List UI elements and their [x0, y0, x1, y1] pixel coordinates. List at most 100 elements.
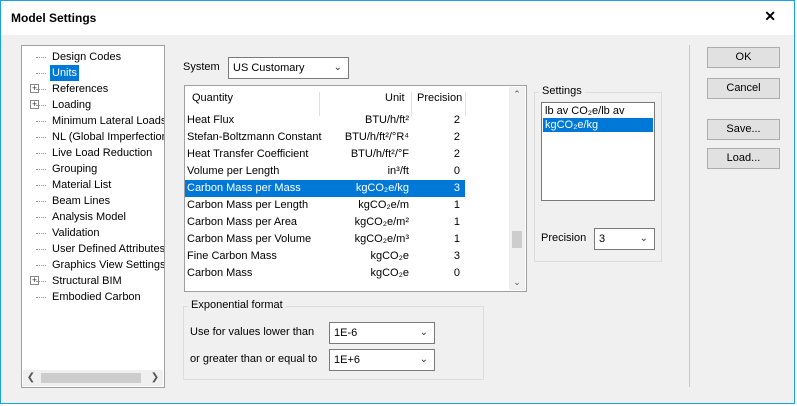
cell-precision: 3: [453, 250, 460, 262]
cell-quantity: Fine Carbon Mass: [187, 250, 277, 262]
tree-connector: [36, 73, 46, 74]
cell-quantity: Carbon Mass per Length: [187, 199, 309, 211]
tree-connector: [36, 249, 46, 250]
scroll-left-icon[interactable]: ❮: [23, 370, 39, 386]
units-table[interactable]: Quantity Unit Precision ⌃ ⌄ Heat Flux BTU…: [184, 85, 527, 292]
cell-precision: 2: [453, 114, 460, 126]
tree-item-label: Analysis Model: [52, 211, 126, 223]
table-row[interactable]: Heat Transfer Coefficient BTU/h/ft²/°F 2: [185, 146, 465, 163]
chevron-down-icon: ⌄: [419, 327, 428, 338]
cell-quantity: Carbon Mass per Volume: [187, 233, 312, 245]
precision-value: 3: [599, 233, 606, 245]
model-settings-dialog: Model Settings ✕ ❮ ❯ Design Codes Units + R…: [0, 0, 795, 404]
table-row[interactable]: Carbon Mass per Length kgCO₂e/m 1: [185, 197, 465, 214]
cell-precision: 3: [453, 182, 460, 194]
tree-item-label: Embodied Carbon: [52, 291, 141, 303]
cell-unit: kgCO₂e/kg: [355, 182, 409, 194]
tree-item-label: Beam Lines: [52, 195, 111, 207]
save-button[interactable]: Save...: [707, 119, 780, 140]
cell-unit: kgCO₂e/m²: [354, 216, 409, 228]
scroll-thumb[interactable]: [41, 373, 141, 383]
tree-connector: [36, 265, 46, 266]
tree-item-label: Loading: [52, 99, 92, 111]
cell-unit: BTU/h/ft²/°R⁴: [344, 131, 409, 143]
scroll-up-icon[interactable]: ⌃: [509, 89, 525, 100]
column-header-quantity[interactable]: Quantity: [192, 92, 233, 104]
cancel-button[interactable]: Cancel: [707, 78, 780, 99]
cell-quantity: Carbon Mass per Area: [187, 216, 298, 228]
upper-threshold-select[interactable]: 1E+6 ⌄: [329, 349, 435, 371]
scroll-right-icon[interactable]: ❯: [147, 370, 163, 386]
column-divider: [465, 92, 466, 116]
cell-unit: kgCO₂e: [370, 250, 409, 262]
tree-item-label: Units: [50, 65, 80, 81]
tree-item-label: User Defined Attributes: [52, 243, 165, 255]
tree-connector: [36, 169, 46, 170]
lower-threshold-value: 1E-6: [334, 327, 358, 339]
tree-horizontal-scrollbar[interactable]: ❮ ❯: [23, 370, 163, 386]
tree-item-label: Graphics View Settings: [52, 259, 165, 271]
table-row[interactable]: Stefan-Boltzmann Constant BTU/h/ft²/°R⁴ 2: [185, 129, 465, 146]
close-icon[interactable]: ✕: [764, 8, 776, 25]
column-header-unit[interactable]: Unit: [385, 92, 405, 104]
tree-item-label: References: [52, 83, 109, 95]
tree-item-label: Live Load Reduction: [52, 147, 153, 159]
table-header: Quantity Unit Precision: [185, 86, 510, 116]
tree-connector: [36, 185, 46, 186]
settings-unit-list[interactable]: lb av CO₂e/lb av kgCO₂e/kg: [541, 102, 655, 201]
table-vertical-scrollbar[interactable]: ⌃ ⌄: [509, 87, 525, 290]
precision-select[interactable]: 3 ⌄: [594, 228, 655, 250]
tree-connector: [36, 121, 46, 122]
cell-quantity: Stefan-Boltzmann Constant: [187, 131, 322, 143]
cell-precision: 0: [453, 165, 460, 177]
system-label: System: [183, 61, 220, 73]
tree-connector: [36, 297, 46, 298]
title-bar: Model Settings ✕: [1, 1, 794, 35]
load-button[interactable]: Load...: [707, 148, 780, 169]
upper-threshold-value: 1E+6: [334, 354, 360, 366]
column-header-precision[interactable]: Precision: [417, 92, 462, 104]
settings-list-item[interactable]: lb av CO₂e/lb av: [543, 104, 653, 118]
table-row[interactable]: Heat Flux BTU/h/ft² 2: [185, 112, 465, 129]
tree-connector: [36, 233, 46, 234]
tree-connector: [36, 201, 46, 202]
ok-button[interactable]: OK: [707, 47, 780, 68]
precision-label: Precision: [541, 232, 587, 244]
table-row[interactable]: Carbon Mass per Area kgCO₂e/m² 1: [185, 214, 465, 231]
tree-connector: [36, 217, 46, 218]
cell-unit: BTU/h/ft²/°F: [350, 148, 409, 160]
tree-connector: [36, 153, 46, 154]
tree-item-label: NL (Global Imperfections): [52, 131, 165, 143]
settings-tree[interactable]: ❮ ❯ Design Codes Units + References + Loading…: [21, 45, 165, 388]
table-row[interactable]: Carbon Mass kgCO₂e 0: [185, 265, 465, 282]
cell-precision: 1: [453, 216, 460, 228]
tree-connector: [36, 137, 46, 138]
table-row[interactable]: Carbon Mass per Mass kgCO₂e/kg 3: [185, 180, 465, 197]
table-row[interactable]: Carbon Mass per Volume kgCO₂e/m³ 1: [185, 231, 465, 248]
cell-precision: 1: [453, 199, 460, 211]
window-title: Model Settings: [11, 11, 97, 25]
tree-connector: [36, 105, 46, 106]
group-title: Exponential format: [188, 299, 286, 311]
cell-quantity: Volume per Length: [187, 165, 280, 177]
scroll-thumb[interactable]: [512, 231, 522, 248]
chevron-down-icon: ⌄: [419, 354, 428, 365]
cell-quantity: Heat Transfer Coefficient: [187, 148, 309, 160]
upper-threshold-label: or greater than or equal to: [190, 353, 318, 365]
tree-item-label: Validation: [52, 227, 100, 239]
scroll-down-icon[interactable]: ⌄: [509, 277, 525, 288]
table-row[interactable]: Volume per Length in³/ft 0: [185, 163, 465, 180]
system-select[interactable]: US Customary ⌄: [228, 57, 349, 79]
cell-precision: 1: [453, 233, 460, 245]
settings-list-item[interactable]: kgCO₂e/kg: [543, 118, 653, 132]
tree-connector: [36, 57, 46, 58]
tree-item-label: Material List: [52, 179, 112, 191]
cell-precision: 0: [453, 267, 460, 279]
table-row[interactable]: Fine Carbon Mass kgCO₂e 3: [185, 248, 465, 265]
lower-threshold-select[interactable]: 1E-6 ⌄: [329, 322, 435, 344]
tree-connector: [36, 89, 46, 90]
group-title: Settings: [539, 85, 585, 97]
cell-precision: 2: [453, 148, 460, 160]
cell-quantity: Heat Flux: [187, 114, 235, 126]
cell-unit: kgCO₂e: [370, 267, 409, 279]
